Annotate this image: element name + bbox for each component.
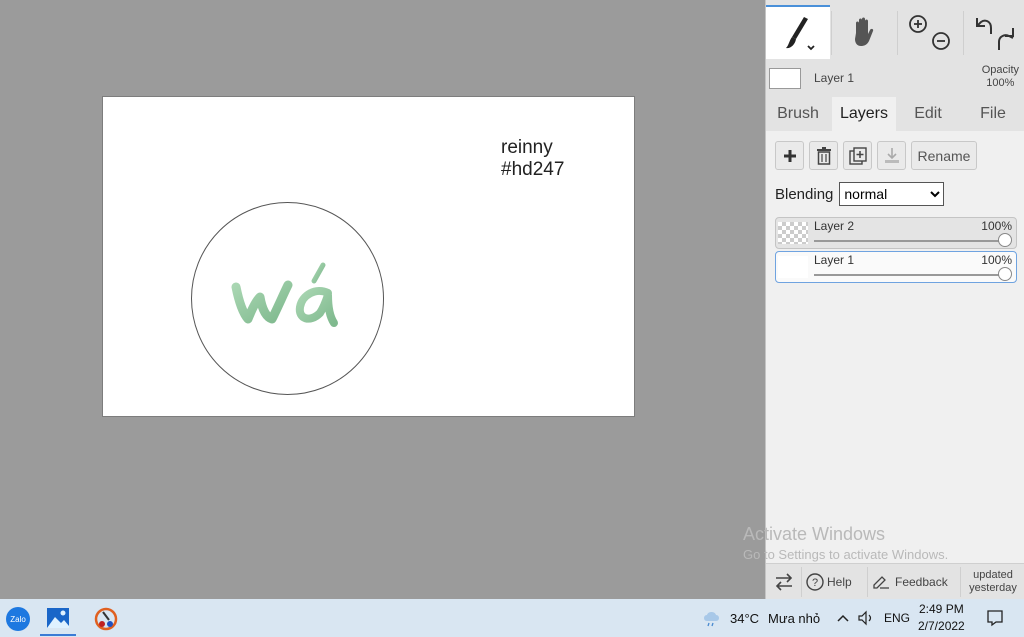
duplicate-icon: [848, 146, 867, 165]
paint-app-button[interactable]: [88, 602, 124, 636]
undo-redo-icons: [975, 18, 1014, 50]
language-indicator[interactable]: ENG: [884, 599, 910, 637]
redo-icon[interactable]: [997, 28, 1014, 50]
blending-row: Blending normal: [775, 182, 945, 206]
workspace[interactable]: reinny #hd247: [0, 0, 765, 599]
updated-line-2: yesterday: [969, 582, 1017, 594]
volume-button[interactable]: [857, 599, 875, 637]
zoom-tool-group: [898, 5, 962, 59]
zalo-app-button[interactable]: Zalo: [0, 602, 36, 636]
tab-brush[interactable]: Brush: [766, 97, 830, 131]
svg-text:?: ?: [812, 577, 818, 589]
show-hidden-icons-button[interactable]: [836, 599, 850, 637]
notification-icon: [987, 610, 1003, 627]
tab-layers[interactable]: Layers: [832, 97, 896, 131]
temperature: 34°C: [730, 610, 760, 626]
merge-down-icon: [884, 147, 899, 163]
blending-mode-select[interactable]: normal: [839, 182, 945, 206]
side-panel: Layer 1 Opacity 100% Brush Layers Edit F…: [765, 0, 1024, 600]
zalo-icon: Zalo: [6, 607, 30, 631]
help-label: Help: [827, 575, 852, 589]
paint-icon: [94, 607, 118, 631]
layer-opacity-slider-handle[interactable]: [998, 267, 1012, 281]
zoom-out-icon[interactable]: [932, 32, 950, 50]
undo-redo-group: [964, 5, 1024, 59]
hand-icon: [855, 17, 874, 46]
clock-time: 2:49 PM: [919, 602, 964, 616]
swap-panel-button[interactable]: [774, 564, 794, 600]
notifications-button[interactable]: [986, 599, 1004, 637]
updated-status: updated yesterday: [964, 564, 1022, 600]
layer-opacity: 100%: [981, 253, 1012, 267]
layer-thumbnail: [778, 222, 808, 244]
toolbar: [766, 5, 1024, 59]
canvas-text-line-2: #hd247: [501, 159, 565, 180]
swap-arrows-icon: [775, 573, 793, 591]
canvas-text: reinny #hd247: [501, 137, 564, 181]
color-swatch[interactable]: [769, 68, 801, 89]
tab-file[interactable]: File: [961, 97, 1024, 131]
layer-name: Layer 1: [814, 253, 855, 267]
brush-icon: [786, 17, 815, 51]
layer-opacity-slider-handle[interactable]: [998, 233, 1012, 247]
feedback-icon: [873, 576, 889, 589]
taskbar: Zalo 34°C Mưa nhỏ ENG 2:49 PM 2/7/2022: [0, 599, 1024, 637]
rename-layer-button[interactable]: Rename: [911, 141, 977, 170]
zoom-in-icon[interactable]: [909, 15, 927, 33]
cloud-rain-icon: [704, 612, 719, 627]
blending-label: Blending: [775, 185, 834, 203]
current-layer-label: Layer 1: [814, 71, 855, 85]
drawing-canvas[interactable]: reinny #hd247: [102, 96, 635, 417]
wa-lettering-artwork: [231, 262, 338, 327]
layer-opacity-slider[interactable]: [814, 240, 1004, 242]
plus-icon: [783, 149, 796, 162]
duplicate-layer-button[interactable]: [843, 141, 872, 170]
photos-app-button[interactable]: [40, 602, 76, 636]
clock-date: 2/7/2022: [918, 619, 965, 633]
photos-icon: [47, 608, 69, 628]
zoom-icons: [909, 15, 950, 50]
layers-panel: Rename Blending normal Layer 2 100% Laye…: [766, 131, 1024, 571]
clock[interactable]: 2:49 PM 2/7/2022: [918, 599, 965, 637]
tab-edit[interactable]: Edit: [896, 97, 960, 131]
layer-row-layer-1[interactable]: Layer 1 100%: [775, 251, 1017, 283]
layer-name: Layer 2: [814, 219, 855, 233]
delete-layer-button[interactable]: [809, 141, 838, 170]
panel-footer: ? Help Feedback updated yesterday: [766, 563, 1024, 600]
layer-row-layer-2[interactable]: Layer 2 100%: [775, 217, 1017, 249]
opacity-display[interactable]: Opacity 100%: [982, 64, 1019, 90]
opacity-label: Opacity: [981, 64, 1019, 76]
hand-tool-button[interactable]: [832, 5, 896, 59]
help-icon: ?: [806, 573, 824, 591]
add-layer-button[interactable]: [775, 141, 804, 170]
brush-tool-button[interactable]: [766, 5, 830, 59]
chevron-up-icon: [837, 614, 849, 622]
trash-icon: [816, 146, 831, 165]
canvas-text-line-1: reinny: [501, 137, 553, 158]
zalo-label: Zalo: [10, 615, 26, 624]
layer-opacity: 100%: [981, 219, 1012, 233]
layer-opacity-slider[interactable]: [814, 274, 1004, 276]
updated-line-1: updated: [973, 569, 1013, 581]
layer-info-bar: Layer 1 Opacity 100%: [766, 60, 1024, 96]
merge-down-button[interactable]: [877, 141, 906, 170]
feedback-label: Feedback: [895, 575, 948, 589]
weather-text: Mưa nhỏ: [768, 610, 821, 626]
panel-tabs: Brush Layers Edit File: [766, 97, 1024, 131]
undo-icon[interactable]: [975, 18, 992, 34]
weather-widget[interactable]: 34°C Mưa nhỏ: [702, 599, 820, 637]
feedback-button[interactable]: Feedback: [872, 564, 948, 600]
help-button[interactable]: ? Help: [806, 564, 852, 600]
speaker-icon: [858, 610, 872, 626]
opacity-value: 100%: [986, 77, 1015, 89]
layer-thumbnail: [778, 256, 808, 278]
